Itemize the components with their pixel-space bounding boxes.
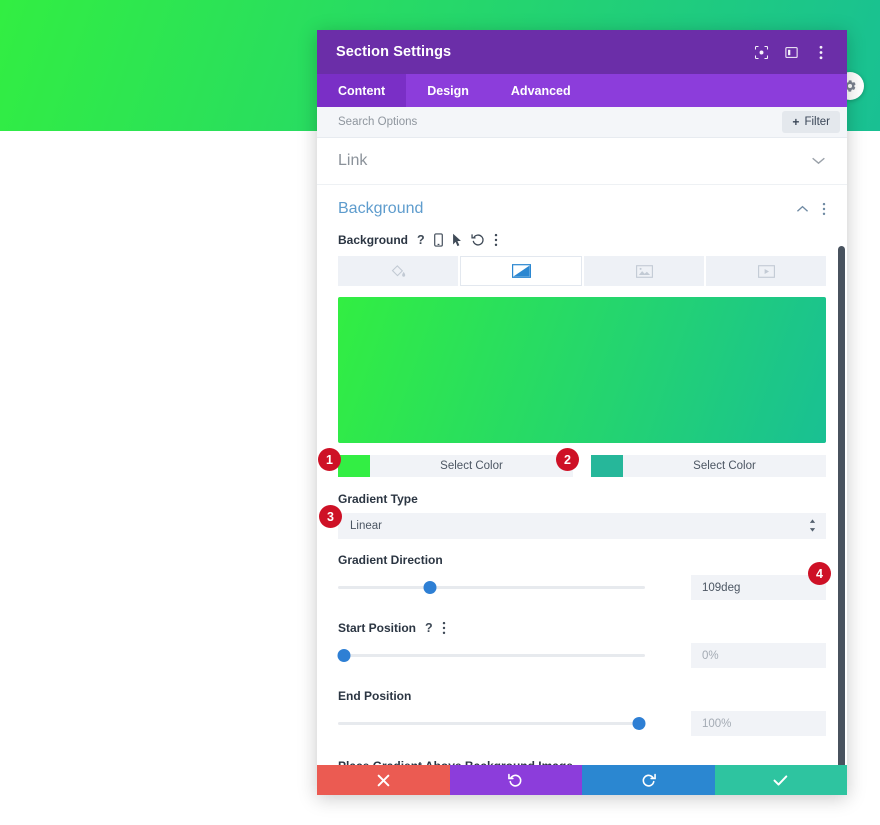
plus-icon: + (792, 115, 800, 129)
page-title: Section Settings (336, 44, 452, 60)
select-arrows-icon (809, 519, 816, 533)
color-stop-2[interactable]: Select Color (591, 455, 826, 477)
more-vertical-icon[interactable] (494, 233, 498, 247)
field-place-gradient-above: Place Gradient Above Background Image NO (317, 759, 847, 765)
filter-button-label: Filter (804, 116, 830, 128)
background-type-gradient[interactable] (460, 256, 582, 286)
chevron-up-icon[interactable] (796, 205, 809, 213)
hover-cursor-icon[interactable] (452, 233, 462, 247)
modal-footer (317, 765, 847, 795)
background-type-video[interactable] (706, 256, 826, 286)
gradient-direction-slider[interactable] (338, 579, 645, 597)
field-start-position: Start Position ? 0% (317, 621, 847, 668)
gradient-type-select[interactable]: Linear (338, 513, 826, 539)
field-background-label: Background (338, 233, 409, 247)
place-gradient-above-label: Place Gradient Above Background Image (338, 759, 573, 765)
field-gradient-direction: Gradient Direction 109deg (317, 553, 847, 600)
annotation-badge-1: 1 (318, 448, 341, 471)
gradient-icon (511, 264, 531, 278)
responsive-phone-icon[interactable] (433, 233, 443, 247)
start-position-slider[interactable] (337, 647, 645, 665)
color-swatch-1[interactable] (338, 455, 370, 477)
slider-track (338, 586, 645, 589)
check-icon (773, 774, 788, 787)
image-icon (635, 264, 653, 278)
slider-track (338, 654, 645, 657)
more-vertical-icon[interactable] (822, 202, 826, 216)
color-stop-1[interactable]: Select Color (338, 455, 573, 477)
modal-header: Section Settings (317, 30, 847, 74)
tab-content[interactable]: Content (317, 74, 407, 107)
field-gradient-type: Gradient Type Linear (317, 492, 847, 539)
start-position-label: Start Position (338, 621, 417, 635)
annotation-badge-2: 2 (556, 448, 579, 471)
end-position-value[interactable]: 100% (691, 711, 826, 736)
modal-header-actions (753, 44, 829, 60)
select-color-button-1[interactable]: Select Color (370, 455, 573, 477)
help-icon[interactable]: ? (425, 622, 433, 635)
background-type-image[interactable] (584, 256, 704, 286)
video-icon (757, 264, 775, 278)
save-button[interactable] (714, 765, 847, 795)
select-color-button-2[interactable]: Select Color (623, 455, 826, 477)
undo-button[interactable] (449, 765, 582, 795)
background-type-color[interactable] (338, 256, 458, 286)
search-bar: + Filter (317, 107, 847, 138)
help-icon[interactable]: ? (417, 234, 425, 247)
paint-bucket-icon (391, 264, 406, 279)
more-vertical-icon[interactable] (813, 44, 829, 60)
reset-undo-icon[interactable] (471, 233, 485, 247)
annotation-badge-3: 3 (319, 505, 342, 528)
close-x-icon (377, 774, 390, 787)
tab-advanced[interactable]: Advanced (490, 74, 592, 107)
field-background: Background ? (317, 233, 847, 443)
section-link[interactable]: Link (317, 138, 847, 185)
modal-tabs: Content Design Advanced (317, 74, 847, 107)
annotation-badge-4: 4 (808, 562, 831, 585)
focus-target-icon[interactable] (753, 44, 769, 60)
section-link-label: Link (338, 152, 368, 169)
redo-button[interactable] (582, 765, 715, 795)
modal-body: Link Background Background ? Select Colo… (317, 138, 847, 765)
gradient-direction-label: Gradient Direction (338, 553, 443, 567)
gradient-color-stops: Select Color Select Color (317, 455, 847, 477)
gradient-type-label: Gradient Type (338, 492, 418, 506)
end-position-slider[interactable] (338, 715, 646, 733)
section-settings-modal: Section Settings Content Design Advanced… (317, 30, 847, 795)
page-root: Section Settings Content Design Advanced… (0, 0, 880, 825)
chevron-down-icon (811, 152, 826, 170)
gradient-type-value: Linear (350, 520, 382, 532)
end-position-label: End Position (338, 689, 412, 703)
gradient-direction-value[interactable]: 109deg (691, 575, 826, 600)
gradient-preview (338, 297, 826, 443)
slider-track (338, 722, 645, 725)
slider-knob[interactable] (423, 581, 437, 594)
tab-design[interactable]: Design (406, 74, 490, 107)
modal-scrollbar[interactable] (838, 246, 845, 765)
undo-icon (508, 773, 523, 788)
search-input[interactable] (338, 116, 783, 128)
section-background-header[interactable]: Background (317, 185, 847, 233)
layout-panel-icon[interactable] (783, 44, 799, 60)
more-vertical-icon[interactable] (442, 621, 446, 635)
slider-knob[interactable] (632, 717, 646, 730)
color-swatch-2[interactable] (591, 455, 623, 477)
start-position-value[interactable]: 0% (691, 643, 826, 668)
filter-button[interactable]: + Filter (782, 111, 840, 133)
redo-icon (641, 773, 656, 788)
section-background-label: Background (338, 200, 424, 217)
cancel-button[interactable] (317, 765, 450, 795)
slider-knob[interactable] (337, 649, 351, 662)
field-end-position: End Position 100% (317, 689, 847, 736)
background-type-tabs (338, 256, 826, 286)
